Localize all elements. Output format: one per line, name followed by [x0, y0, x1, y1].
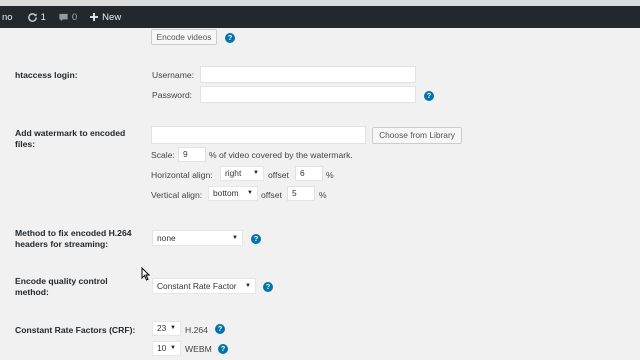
quality-method-label: Encode quality control method: [15, 276, 108, 297]
help-icon[interactable]: ? [263, 282, 273, 292]
new-label: New [102, 11, 122, 23]
scale-label: Scale: [151, 150, 175, 160]
password-label: Password: [152, 90, 193, 100]
help-icon[interactable]: ? [251, 234, 261, 244]
admin-bar-site-name[interactable]: no [2, 12, 13, 23]
help-icon[interactable]: ? [424, 91, 434, 101]
help-icon[interactable]: ? [215, 324, 225, 334]
crf-h264-value: 23 [157, 323, 167, 333]
chevron-down-icon: ▼ [247, 190, 253, 196]
horizontal-align-value: right [225, 168, 242, 178]
comment-icon [59, 13, 68, 21]
updates-count: 1 [40, 11, 46, 23]
h264-fix-label: Method to fix encoded H.264 headers for … [15, 228, 132, 249]
username-input[interactable] [200, 66, 416, 83]
h264-fix-select[interactable]: none ▼ [152, 230, 243, 246]
htaccess-label: htaccess login: [15, 70, 78, 80]
crf-webm-select[interactable]: 10 ▼ [152, 341, 181, 356]
admin-bar-comments[interactable]: 0 [58, 12, 77, 23]
crf-h264-label: H.264 [185, 325, 208, 335]
horizontal-align-select[interactable]: right ▼ [220, 166, 264, 181]
vertical-align-select[interactable]: bottom ▼ [208, 186, 258, 201]
quality-method-value: Constant Rate Factor [157, 281, 237, 291]
vertical-align-value: bottom [213, 188, 239, 198]
chevron-down-icon: ▼ [253, 170, 259, 176]
h264-fix-value: none [157, 233, 176, 243]
password-input[interactable] [200, 86, 416, 103]
vertical-offset-input[interactable]: 5 [287, 186, 315, 201]
admin-bar-updates[interactable]: 1 [27, 12, 46, 23]
refresh-icon [27, 12, 37, 22]
horizontal-offset-label: offset [268, 170, 289, 180]
crf-label: Constant Rate Factors (CRF): [15, 325, 136, 335]
horizontal-align-label: Horizontal align: [151, 170, 213, 180]
crf-webm-value: 10 [157, 343, 167, 353]
watermark-url-input[interactable] [151, 126, 366, 144]
help-icon[interactable]: ? [225, 33, 235, 43]
horizontal-offset-unit: % [326, 170, 334, 180]
scale-input[interactable]: 9 [178, 147, 206, 162]
watermark-label: Add watermark to encoded files: [15, 128, 126, 149]
chevron-down-icon: ▼ [170, 345, 176, 351]
quality-method-select[interactable]: Constant Rate Factor ▼ [152, 278, 256, 294]
help-icon[interactable]: ? [218, 344, 228, 354]
vertical-offset-unit: % [319, 190, 327, 200]
scale-suffix: % of video covered by the watermark. [209, 150, 353, 160]
chevron-down-icon: ▼ [245, 283, 251, 289]
crf-h264-select[interactable]: 23 ▼ [152, 321, 181, 336]
chevron-down-icon: ▼ [232, 235, 238, 241]
username-label: Username: [152, 70, 195, 80]
encode-videos-button[interactable]: Encode videos [151, 29, 217, 45]
horizontal-offset-input[interactable]: 6 [295, 166, 323, 181]
comments-count: 0 [71, 11, 78, 23]
crf-webm-label: WEBM [185, 344, 212, 354]
choose-from-library-button[interactable]: Choose from Library [372, 127, 462, 144]
settings-content: Encode videos ? htaccess login: Username… [0, 28, 640, 360]
chevron-down-icon: ▼ [170, 325, 176, 331]
vertical-align-label: Vertical align: [151, 190, 203, 200]
vertical-offset-label: offset [261, 190, 282, 200]
mouse-cursor-icon [141, 267, 150, 281]
admin-bar-new[interactable]: New [89, 12, 121, 23]
plus-icon [90, 13, 99, 21]
wp-admin-bar: no 1 0 New [0, 6, 640, 28]
site-name-label: no [2, 11, 13, 23]
